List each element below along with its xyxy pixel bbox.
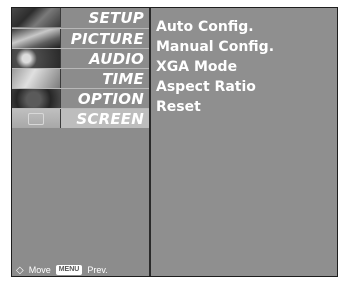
menu-item-auto-config[interactable]: Auto Config. bbox=[156, 17, 274, 37]
move-hint-label: Move bbox=[28, 265, 51, 275]
sidebar-item-audio[interactable]: AUDIO bbox=[12, 48, 149, 68]
sidebar-item-screen[interactable]: SCREEN bbox=[12, 108, 149, 128]
sidebar-item-label: SCREEN bbox=[76, 109, 144, 128]
sidebar-item-setup[interactable]: SETUP bbox=[12, 8, 149, 27]
menu-item-aspect-ratio[interactable]: Aspect Ratio bbox=[156, 77, 274, 97]
navigation-arrows-icon: ◇ bbox=[16, 264, 24, 276]
time-thumbnail-icon bbox=[12, 69, 61, 88]
sidebar-item-picture[interactable]: PICTURE bbox=[12, 28, 149, 48]
sidebar-item-time[interactable]: TIME bbox=[12, 68, 149, 88]
sidebar-item-label: AUDIO bbox=[89, 49, 144, 68]
sidebar-item-label: SETUP bbox=[88, 8, 144, 27]
sidebar-item-label: OPTION bbox=[77, 89, 144, 108]
audio-thumbnail-icon bbox=[12, 49, 61, 68]
menu-item-manual-config[interactable]: Manual Config. bbox=[156, 37, 274, 57]
sidebar-item-label: PICTURE bbox=[70, 29, 144, 48]
menu-item-reset[interactable]: Reset bbox=[156, 97, 274, 117]
osd-menu-window: SETUP PICTURE AUDIO TIME OPTION SCREEN ◇… bbox=[11, 7, 338, 277]
sidebar-item-label: TIME bbox=[102, 69, 144, 88]
menu-key-icon: MENU bbox=[55, 265, 83, 275]
category-sidebar: SETUP PICTURE AUDIO TIME OPTION SCREEN ◇… bbox=[12, 8, 151, 276]
picture-thumbnail-icon bbox=[12, 29, 61, 48]
screen-submenu: Auto Config. Manual Config. XGA Mode Asp… bbox=[156, 17, 274, 117]
setup-thumbnail-icon bbox=[12, 8, 61, 27]
screen-thumbnail-icon bbox=[12, 109, 61, 128]
menu-item-xga-mode[interactable]: XGA Mode bbox=[156, 57, 274, 77]
sidebar-item-option[interactable]: OPTION bbox=[12, 88, 149, 108]
option-thumbnail-icon bbox=[12, 89, 61, 108]
footer-hint: ◇ Move MENU Prev. bbox=[16, 263, 108, 277]
prev-hint-label: Prev. bbox=[87, 265, 108, 275]
